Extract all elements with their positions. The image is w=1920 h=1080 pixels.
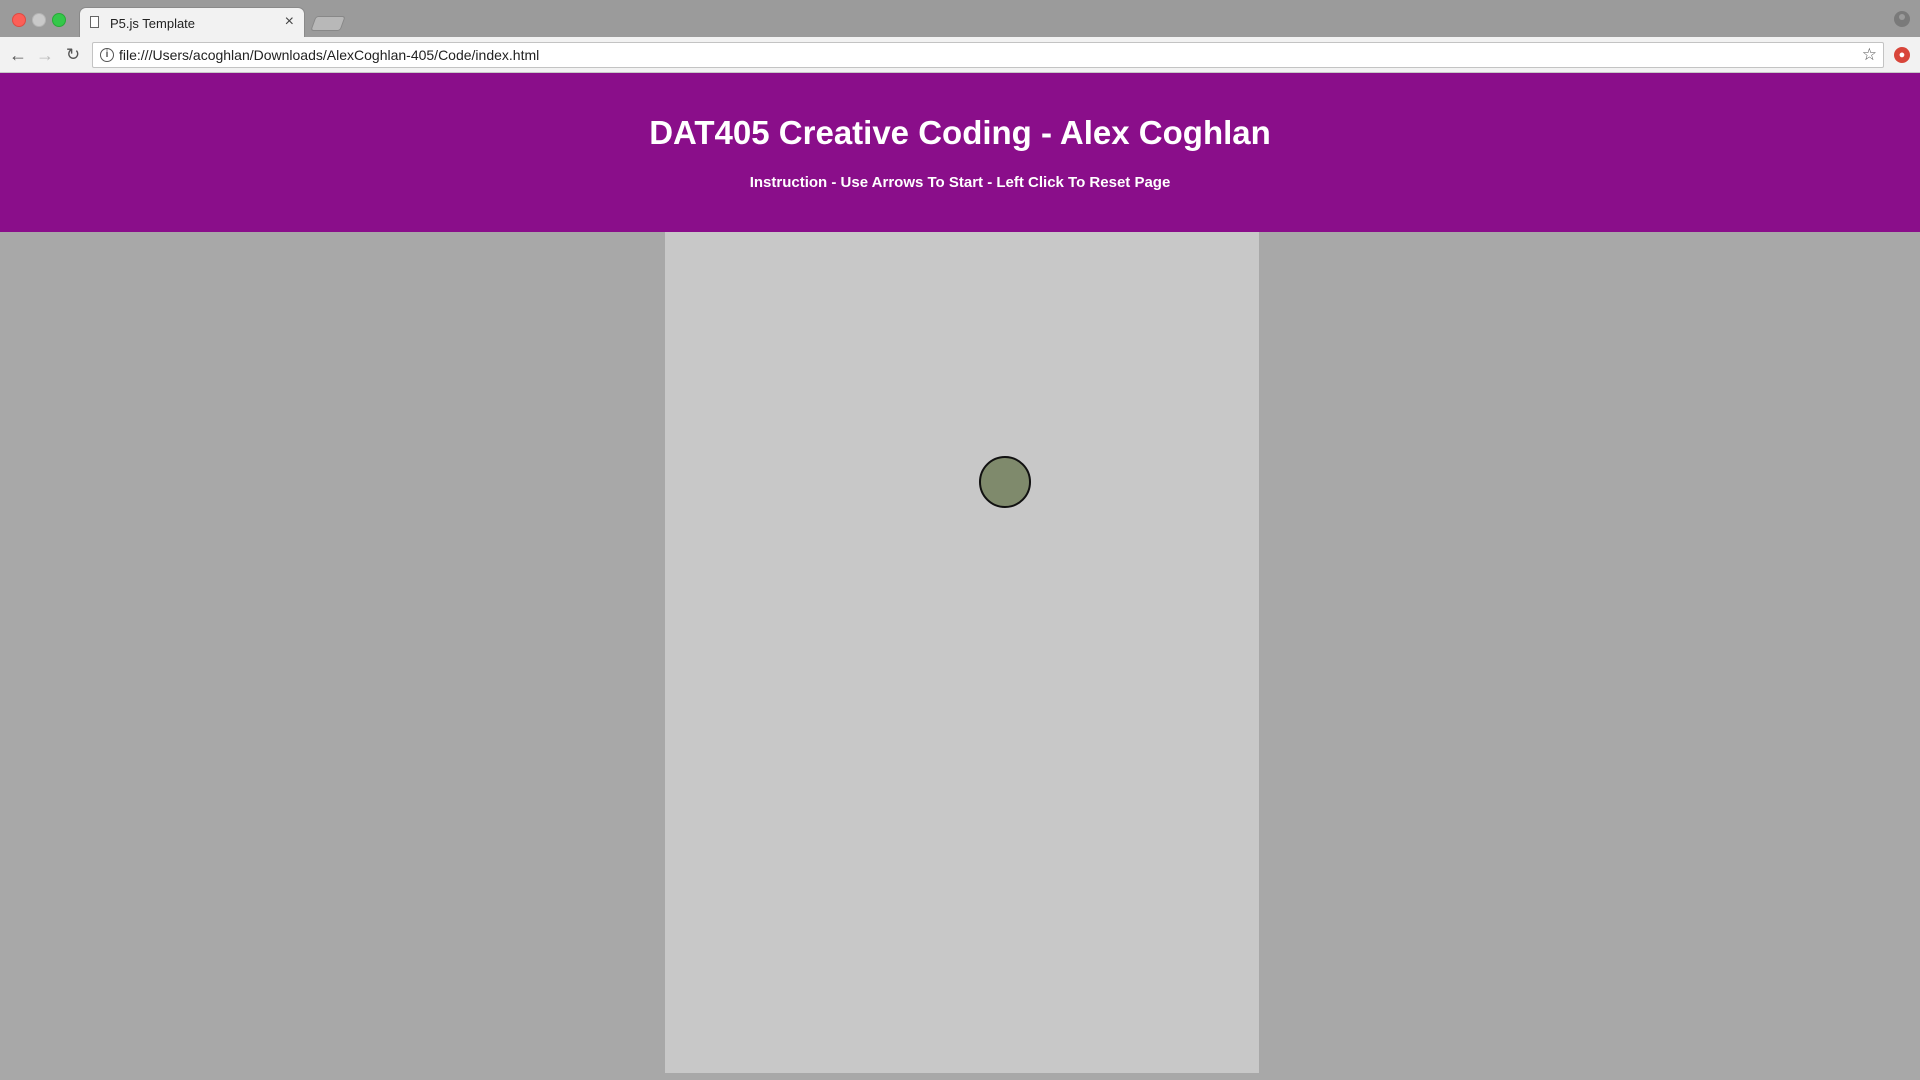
extension-icon[interactable]: ● [1894, 47, 1910, 63]
back-button[interactable]: ← [6, 43, 30, 67]
page-header: DAT405 Creative Coding - Alex Coghlan In… [0, 73, 1920, 232]
tab-strip: P5.js Template × [0, 0, 1920, 38]
bookmark-star-icon[interactable]: ☆ [1862, 45, 1877, 65]
page-title: DAT405 Creative Coding - Alex Coghlan [649, 114, 1271, 151]
new-tab-button[interactable] [310, 16, 346, 31]
window-minimize-button[interactable] [32, 13, 46, 27]
page-body: DAT405 Creative Coding - Alex Coghlan In… [0, 73, 1920, 1080]
profile-icon[interactable] [1894, 11, 1910, 27]
url-text[interactable]: file:///Users/acoghlan/Downloads/AlexCog… [119, 47, 539, 63]
reload-button[interactable]: ↻ [61, 43, 85, 67]
document-icon [90, 16, 99, 28]
page-instruction: Instruction - Use Arrows To Start - Left… [749, 174, 1171, 191]
browser-tab[interactable]: P5.js Template × [80, 8, 304, 38]
window-maximize-button[interactable] [52, 13, 66, 27]
sketch-canvas[interactable] [665, 232, 1259, 1073]
tab-close-button[interactable]: × [285, 13, 294, 31]
tab-title: P5.js Template [110, 16, 196, 31]
ball [979, 456, 1031, 508]
info-icon[interactable]: i [100, 48, 114, 62]
forward-button[interactable]: → [33, 43, 57, 67]
address-bar[interactable]: i file:///Users/acoghlan/Downloads/AlexC… [92, 42, 1884, 68]
window-close-button[interactable] [12, 13, 26, 27]
browser-toolbar: ← → ↻ i file:///Users/acoghlan/Downloads… [0, 37, 1920, 73]
